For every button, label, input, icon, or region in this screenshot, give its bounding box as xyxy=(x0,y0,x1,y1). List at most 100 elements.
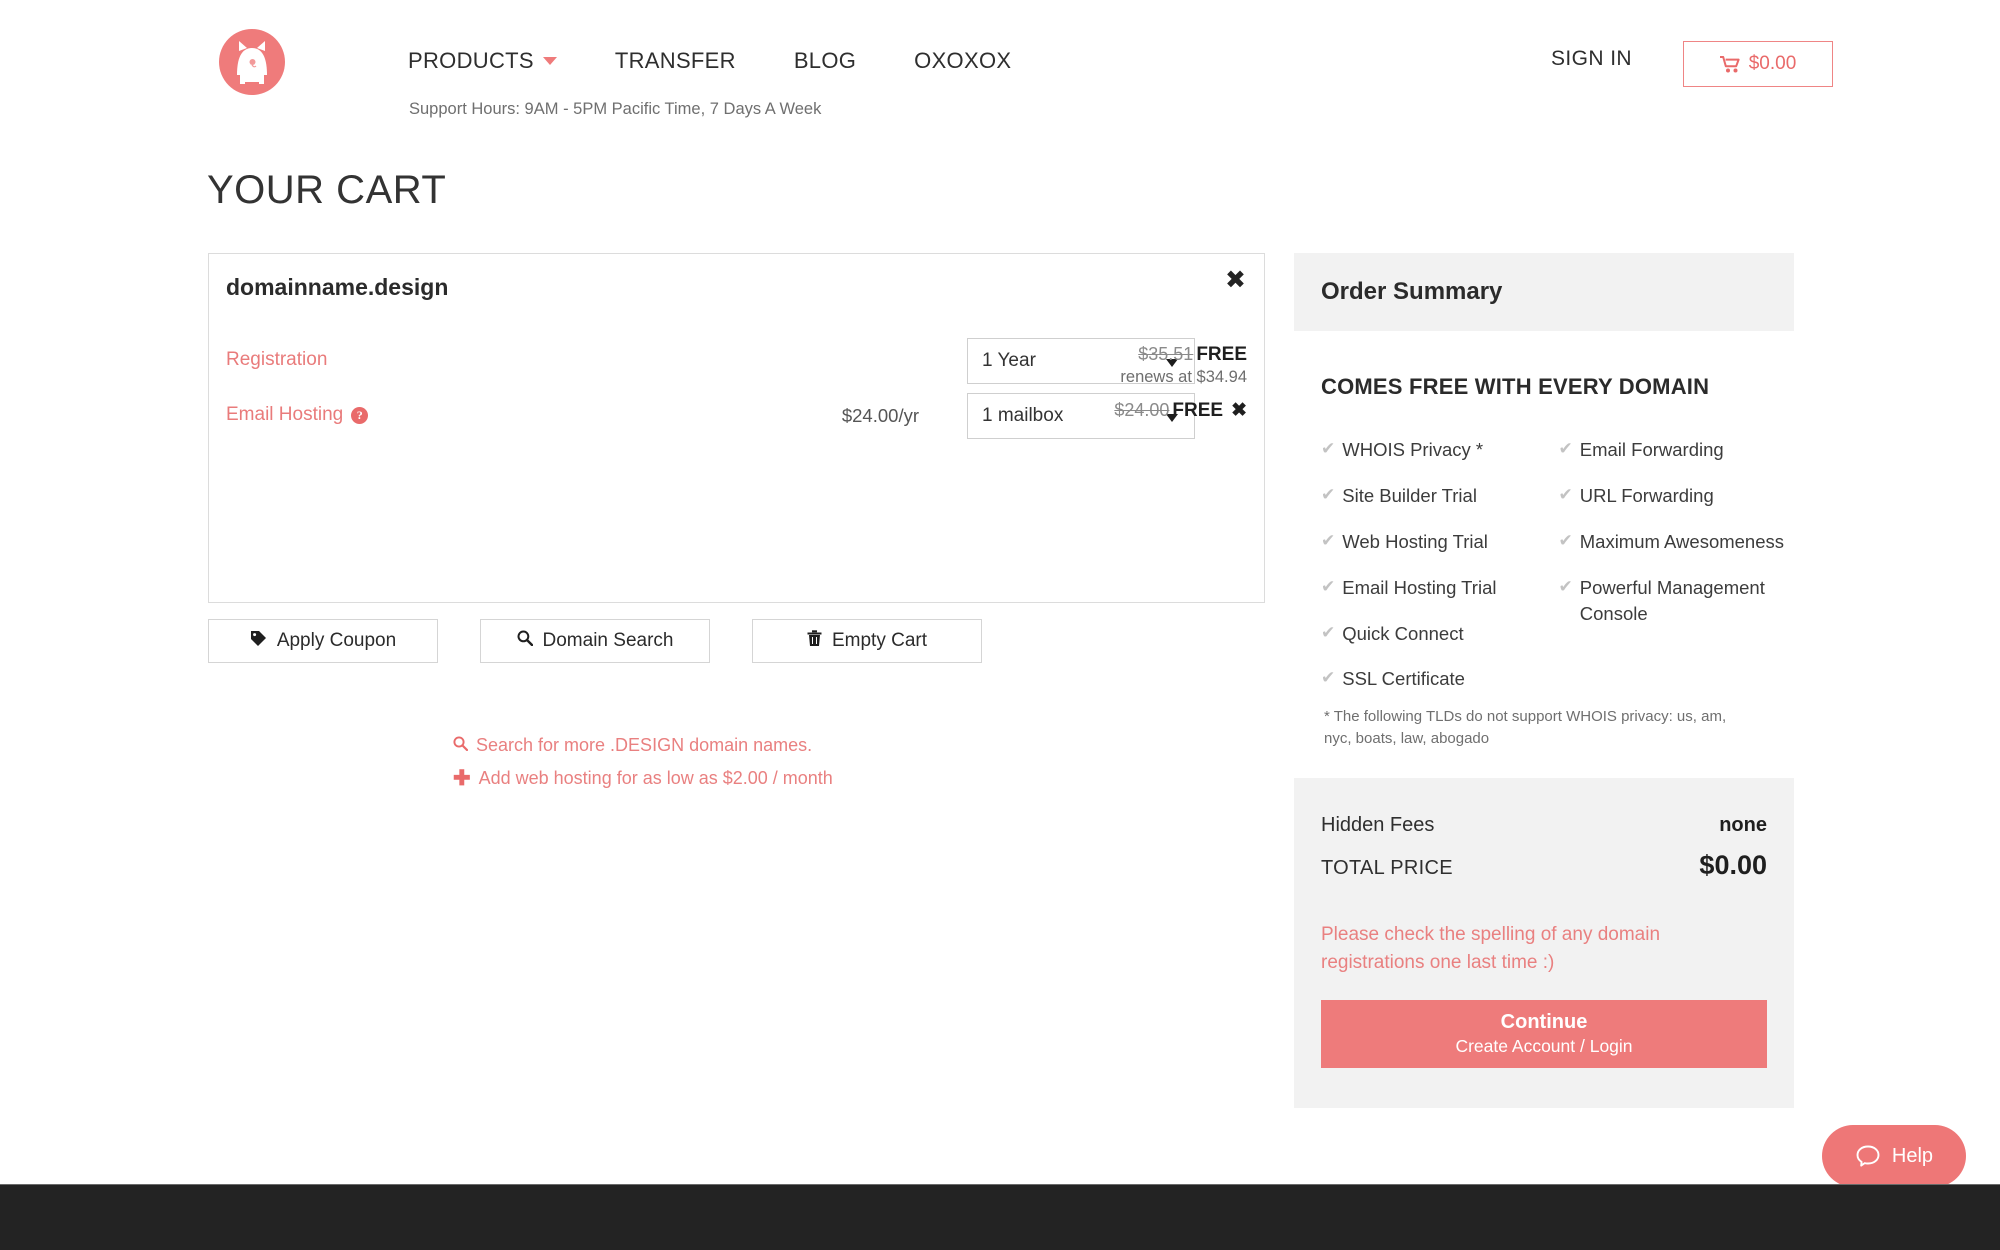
email-hosting-price-free: FREE xyxy=(1172,400,1223,421)
list-item: ✔ Maximum Awesomeness xyxy=(1559,529,1797,555)
plus-icon: ✚ xyxy=(453,768,471,789)
feature-label: SSL Certificate xyxy=(1342,666,1465,692)
cart-row-email-hosting: Email Hosting ? $24.00/yr 1 mailbox $24.… xyxy=(209,395,1264,441)
order-summary-header: Order Summary xyxy=(1294,253,1794,331)
help-widget-label: Help xyxy=(1892,1145,1933,1168)
list-item: ✔ URL Forwarding xyxy=(1559,483,1797,509)
cart-page: PRODUCTS TRANSFER BLOG OXOXOX Support Ho… xyxy=(0,0,2000,1250)
footer-band xyxy=(0,1184,2000,1250)
checkmark-icon: ✔ xyxy=(1559,575,1573,600)
support-hours-text: Support Hours: 9AM - 5PM Pacific Time, 7… xyxy=(409,100,821,119)
email-hosting-mailbox-value: 1 mailbox xyxy=(968,405,1063,427)
feature-label: Quick Connect xyxy=(1342,621,1463,647)
nav-item-transfer-label: TRANSFER xyxy=(615,48,736,74)
add-web-hosting-label: Add web hosting for as low as $2.00 / mo… xyxy=(479,768,833,789)
apply-coupon-button[interactable]: Apply Coupon xyxy=(208,619,438,663)
continue-button[interactable]: Continue Create Account / Login xyxy=(1321,1000,1767,1068)
cart-button[interactable]: $0.00 xyxy=(1683,41,1833,87)
continue-button-sublabel: Create Account / Login xyxy=(1455,1035,1632,1058)
checkmark-icon: ✔ xyxy=(1321,575,1335,600)
feature-label: Web Hosting Trial xyxy=(1342,529,1488,555)
search-more-domains-label: Search for more .DESIGN domain names. xyxy=(476,735,812,756)
registration-renewal-note: renews at $34.94 xyxy=(1120,368,1247,387)
cart-row-registration-label: Registration xyxy=(226,349,327,371)
email-hosting-price-original: $24.00 xyxy=(1114,400,1169,420)
tag-icon xyxy=(250,630,267,653)
registration-price: $35.51FREE renews at $34.94 xyxy=(1120,344,1247,387)
help-widget-button[interactable]: Help xyxy=(1822,1125,1966,1187)
shopping-cart-icon xyxy=(1720,56,1741,73)
sign-in-link[interactable]: SIGN IN xyxy=(1551,47,1632,71)
comes-free-title: COMES FREE WITH EVERY DOMAIN xyxy=(1321,374,1709,400)
registration-term-value: 1 Year xyxy=(968,350,1036,372)
list-item: ✔ Email Forwarding xyxy=(1559,437,1797,463)
feature-label: Email Hosting Trial xyxy=(1342,575,1496,601)
feature-label: Site Builder Trial xyxy=(1342,483,1477,509)
trash-icon xyxy=(807,630,822,653)
free-features-grid: ✔ WHOIS Privacy * ✔ Site Builder Trial ✔… xyxy=(1321,437,1796,712)
cat-face-logo-icon[interactable] xyxy=(219,29,285,95)
question-mark-icon[interactable]: ? xyxy=(351,407,368,424)
domain-search-button[interactable]: Domain Search xyxy=(480,619,710,663)
list-item: ✔ SSL Certificate xyxy=(1321,666,1559,692)
free-features-right-column: ✔ Email Forwarding ✔ URL Forwarding ✔ Ma… xyxy=(1559,437,1797,712)
spelling-warning-text: Please check the spelling of any domain … xyxy=(1321,921,1701,976)
checkmark-icon: ✔ xyxy=(1321,483,1335,508)
checkmark-icon: ✔ xyxy=(1559,483,1573,508)
remove-email-hosting-button[interactable]: ✖ xyxy=(1231,400,1247,421)
list-item: ✔ Site Builder Trial xyxy=(1321,483,1559,509)
registration-price-free: FREE xyxy=(1196,344,1247,365)
feature-label: Email Forwarding xyxy=(1580,437,1724,463)
registration-label-text: Registration xyxy=(226,349,327,371)
nav-item-blog[interactable]: BLOG xyxy=(794,48,856,74)
list-item: ✔ Email Hosting Trial xyxy=(1321,575,1559,601)
email-hosting-label-text: Email Hosting xyxy=(226,404,343,426)
free-features-left-column: ✔ WHOIS Privacy * ✔ Site Builder Trial ✔… xyxy=(1321,437,1559,712)
checkmark-icon: ✔ xyxy=(1321,437,1335,462)
cart-row-email-hosting-label: Email Hosting ? xyxy=(226,404,368,426)
list-item: ✔ Quick Connect xyxy=(1321,621,1559,647)
domain-search-label: Domain Search xyxy=(543,630,674,652)
nav-item-oxoxox[interactable]: OXOXOX xyxy=(914,48,1011,74)
main-navigation: PRODUCTS TRANSFER BLOG OXOXOX xyxy=(408,48,1011,74)
feature-label: URL Forwarding xyxy=(1580,483,1714,509)
checkmark-icon: ✔ xyxy=(1559,437,1573,462)
total-price-row: TOTAL PRICE $0.00 xyxy=(1321,850,1767,881)
nav-item-transfer[interactable]: TRANSFER xyxy=(615,48,736,74)
email-hosting-unit-price: $24.00/yr xyxy=(769,405,919,427)
feature-label: Powerful Management Console xyxy=(1580,575,1796,627)
registration-price-original: $35.51 xyxy=(1138,344,1193,364)
nav-item-oxoxox-label: OXOXOX xyxy=(914,48,1011,74)
total-price-label: TOTAL PRICE xyxy=(1321,857,1453,880)
speech-bubble-icon xyxy=(1855,1143,1881,1169)
totals-panel: Hidden Fees none TOTAL PRICE $0.00 Pleas… xyxy=(1294,778,1794,1108)
search-icon xyxy=(517,630,533,652)
checkmark-icon: ✔ xyxy=(1321,529,1335,554)
site-header: PRODUCTS TRANSFER BLOG OXOXOX Support Ho… xyxy=(0,0,2000,130)
apply-coupon-label: Apply Coupon xyxy=(277,630,396,652)
list-item: ✔ Web Hosting Trial xyxy=(1321,529,1559,555)
checkmark-icon: ✔ xyxy=(1559,529,1573,554)
nav-item-blog-label: BLOG xyxy=(794,48,856,74)
search-more-domains-link[interactable]: Search for more .DESIGN domain names. xyxy=(453,735,812,756)
page-title: YOUR CART xyxy=(207,168,446,213)
total-price-value: $0.00 xyxy=(1699,850,1767,881)
email-hosting-price: $24.00FREE ✖ xyxy=(1114,399,1247,422)
cart-total-label: $0.00 xyxy=(1749,53,1797,75)
hidden-fees-value: none xyxy=(1719,814,1767,837)
search-icon xyxy=(453,735,468,756)
list-item: ✔ WHOIS Privacy * xyxy=(1321,437,1559,463)
checkmark-icon: ✔ xyxy=(1321,621,1335,646)
add-web-hosting-link[interactable]: ✚ Add web hosting for as low as $2.00 / … xyxy=(453,768,833,789)
nav-item-products[interactable]: PRODUCTS xyxy=(408,48,557,74)
cart-item-panel: domainname.design ✖ Registration 1 Year … xyxy=(208,253,1265,603)
empty-cart-button[interactable]: Empty Cart xyxy=(752,619,982,663)
remove-domain-button[interactable]: ✖ xyxy=(1225,268,1246,293)
hidden-fees-row: Hidden Fees none xyxy=(1321,814,1767,837)
feature-label: Maximum Awesomeness xyxy=(1580,529,1784,555)
list-item: ✔ Powerful Management Console xyxy=(1559,575,1797,627)
hidden-fees-label: Hidden Fees xyxy=(1321,814,1434,837)
feature-label: WHOIS Privacy * xyxy=(1342,437,1483,463)
whois-privacy-footnote: * The following TLDs do not support WHOI… xyxy=(1324,706,1754,750)
nav-item-products-label: PRODUCTS xyxy=(408,48,534,74)
